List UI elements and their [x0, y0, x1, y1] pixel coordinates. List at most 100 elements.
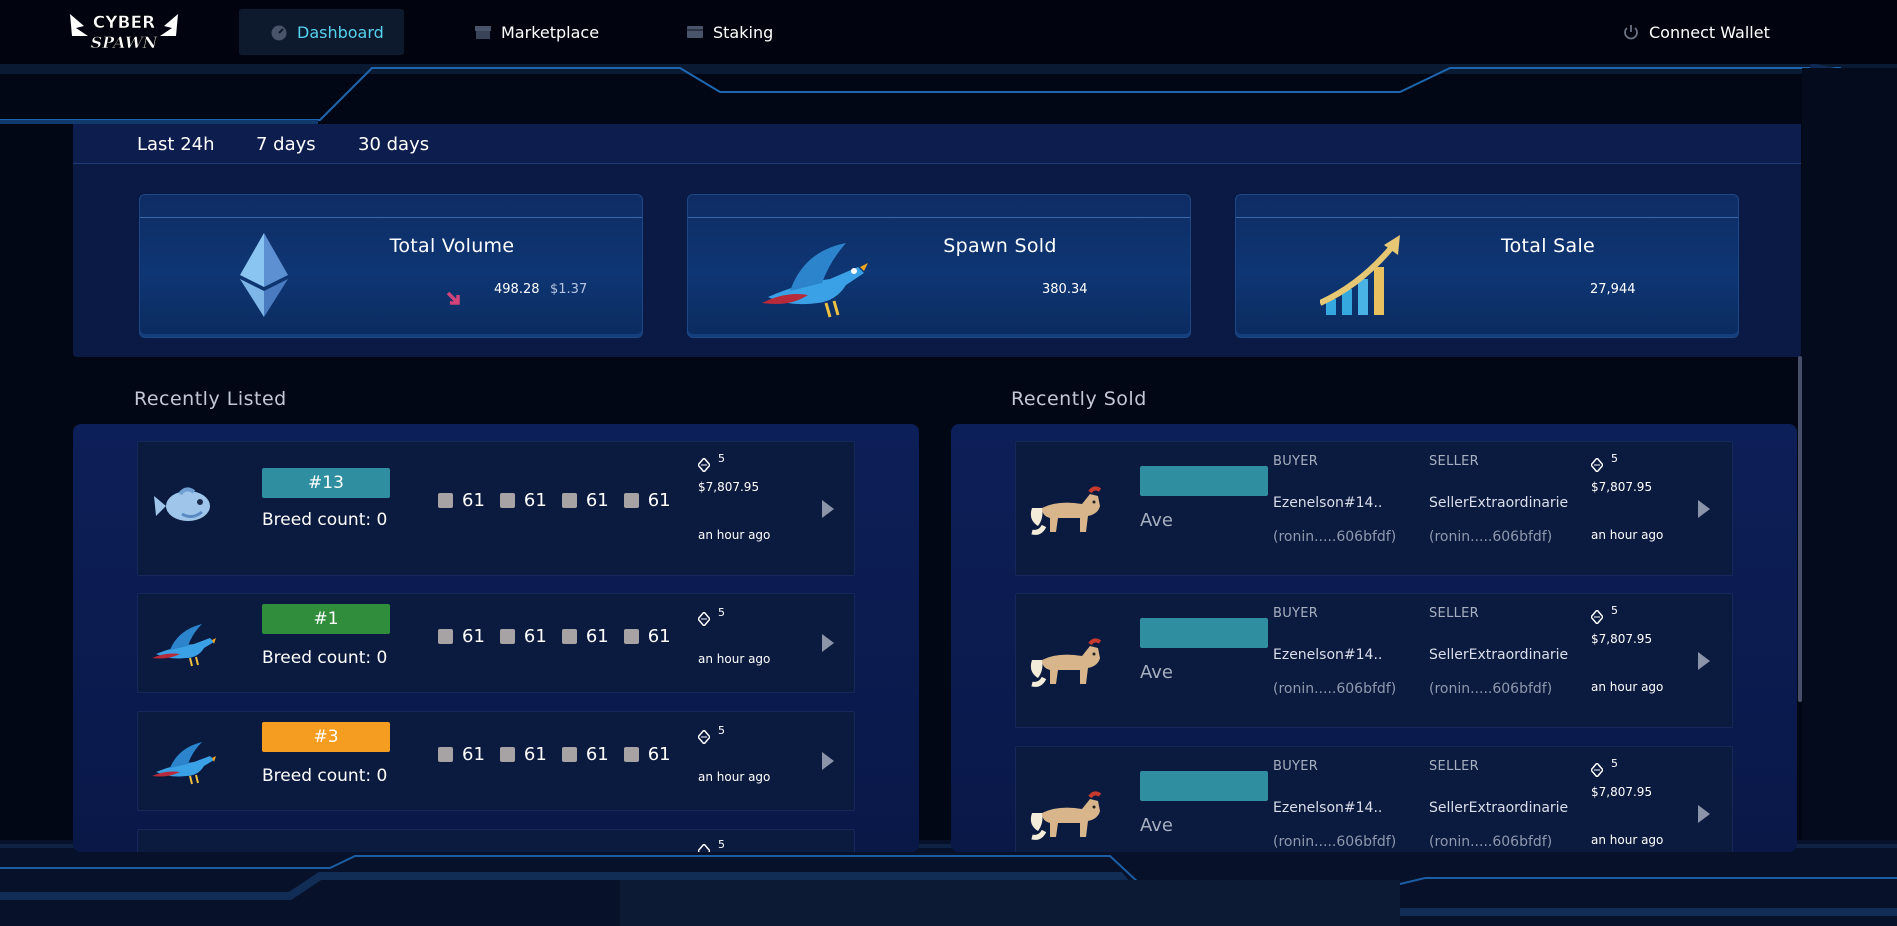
breed-count: Breed count: 0 [262, 766, 388, 786]
total-sale-value: 27,944 [1590, 282, 1636, 297]
listed-time: an hour ago [698, 528, 771, 542]
stat-value: 61 [462, 626, 485, 647]
spawn-id-tag: #3 [262, 722, 390, 752]
tab-7-days[interactable]: 7 days [256, 134, 316, 155]
stat-square-icon [561, 493, 577, 508]
price-usd: $7,807.95 [1591, 480, 1653, 494]
nav-staking[interactable]: Staking [686, 9, 773, 55]
seller-name[interactable]: SellerExtraordinarie [1429, 495, 1568, 511]
recently-sold-panel: Ave BUYER SELLER Ezenelson#14.. SellerEx… [951, 424, 1797, 852]
listed-row[interactable]: 5 [137, 829, 855, 852]
stat-square-icon [499, 493, 515, 508]
time-range-tabs: Last 24h 7 days 30 days [73, 124, 1801, 164]
nav-staking-label: Staking [713, 22, 774, 42]
stat-value: 61 [585, 490, 609, 511]
wallet-card-icon [686, 23, 704, 41]
logo-graphic: CYBER SPAWN [70, 13, 178, 52]
tab-30-days[interactable]: 30 days [358, 134, 429, 155]
buyer-name[interactable]: Ezenelson#14.. [1273, 495, 1382, 511]
sold-row[interactable]: Ave BUYER SELLER Ezenelson#14.. SellerEx… [1015, 746, 1733, 852]
ethereum-icon [240, 233, 288, 317]
connect-wallet-label: Connect Wallet [1649, 22, 1770, 42]
fox-creature-icon [1028, 486, 1106, 536]
stat-value: 61 [462, 490, 485, 511]
buyer-name[interactable]: Ezenelson#14.. [1273, 647, 1382, 663]
card-divider [140, 217, 642, 218]
spawn-type: Ave [1140, 510, 1173, 531]
svg-text:CYBER: CYBER [93, 13, 155, 33]
spawn-type: Ave [1140, 662, 1173, 683]
stat-square-icon [561, 747, 577, 762]
total-volume-card: Total Volume 498.28 $1.37 [139, 194, 643, 338]
seller-address: (ronin.....606bfdf) [1429, 834, 1553, 850]
row-arrow-icon[interactable] [1698, 805, 1710, 823]
row-arrow-icon[interactable] [1698, 652, 1710, 670]
spawn-id-tag [1140, 771, 1268, 801]
connect-wallet-button[interactable]: Connect Wallet [1622, 9, 1770, 55]
cyberspawn-logo[interactable]: CYBER SPAWN [66, 6, 182, 58]
spawn-id-tag: #1 [262, 604, 390, 634]
stat-square-icon [623, 629, 639, 644]
ronin-diamond-icon [698, 458, 710, 472]
stat-square-icon [499, 629, 515, 644]
total-volume-usd: $1.37 [550, 282, 588, 297]
store-icon [474, 23, 492, 41]
row-arrow-icon[interactable] [822, 752, 834, 770]
nav-marketplace-label: Marketplace [501, 22, 600, 42]
stat-square-icon [561, 629, 577, 644]
stat-value: 61 [647, 744, 671, 765]
stat-value: 61 [585, 744, 609, 765]
ronin-diamond-icon [698, 730, 710, 744]
seller-name[interactable]: SellerExtraordinarie [1429, 800, 1568, 816]
stat-value: 61 [523, 490, 547, 511]
spawn-stats: 61 61 61 61 [438, 490, 686, 511]
price-qty: 5 [1611, 757, 1618, 770]
power-icon [1622, 23, 1640, 41]
stat-value: 61 [647, 490, 671, 511]
spawn-id-tag [1140, 466, 1268, 496]
down-arrow-icon [446, 291, 462, 307]
seller-address: (ronin.....606bfdf) [1429, 529, 1553, 545]
ronin-diamond-icon [1591, 458, 1603, 472]
page-scrollbar[interactable] [1798, 356, 1802, 702]
sold-row[interactable]: Ave BUYER SELLER Ezenelson#14.. SellerEx… [1015, 441, 1733, 576]
seller-label: SELLER [1429, 454, 1479, 469]
ronin-diamond-icon [698, 844, 710, 852]
nav-marketplace[interactable]: Marketplace [474, 9, 599, 55]
price-usd: $7,807.95 [698, 480, 760, 494]
listed-row[interactable]: #3 Breed count: 0 61 61 61 61 5 an hour … [137, 711, 855, 811]
seller-address: (ronin.....606bfdf) [1429, 681, 1553, 697]
buyer-label: BUYER [1273, 759, 1319, 774]
spawn-stats: 61 61 61 61 [438, 744, 686, 765]
total-volume-title: Total Volume [389, 235, 515, 257]
dashboard-gauge-icon [270, 23, 288, 41]
stat-value: 61 [523, 744, 547, 765]
nav-dashboard[interactable]: Dashboard [239, 9, 404, 55]
stat-value: 61 [462, 744, 485, 765]
listed-row[interactable]: #13 Breed count: 0 61 61 61 61 5 $7,807.… [137, 441, 855, 576]
buyer-label: BUYER [1273, 454, 1319, 469]
stat-square-icon [438, 493, 453, 508]
row-arrow-icon[interactable] [822, 500, 834, 518]
svg-text:SPAWN: SPAWN [91, 33, 159, 52]
blue-bird-icon [760, 237, 868, 323]
spawn-sold-card: Spawn Sold 380.34 [687, 194, 1191, 338]
stat-square-icon [623, 747, 639, 762]
fox-creature-icon [1028, 791, 1106, 841]
total-sale-title: Total Sale [1500, 235, 1596, 257]
price-qty: 5 [1611, 604, 1618, 617]
seller-name[interactable]: SellerExtraordinarie [1429, 647, 1568, 663]
stat-value: 61 [647, 626, 671, 647]
blue-bird-icon [152, 622, 216, 668]
tab-last-24h[interactable]: Last 24h [137, 134, 215, 155]
sold-time: an hour ago [1591, 680, 1664, 694]
listed-row[interactable]: #1 Breed count: 0 61 61 61 61 5 an hour … [137, 593, 855, 693]
sold-time: an hour ago [1591, 833, 1664, 847]
stat-square-icon [438, 629, 453, 644]
buyer-name[interactable]: Ezenelson#14.. [1273, 800, 1382, 816]
sold-row[interactable]: Ave BUYER SELLER Ezenelson#14.. SellerEx… [1015, 593, 1733, 728]
row-arrow-icon[interactable] [822, 634, 834, 652]
spawn-id-tag: #13 [262, 468, 390, 498]
blue-fish-icon [152, 486, 216, 526]
row-arrow-icon[interactable] [1698, 500, 1710, 518]
